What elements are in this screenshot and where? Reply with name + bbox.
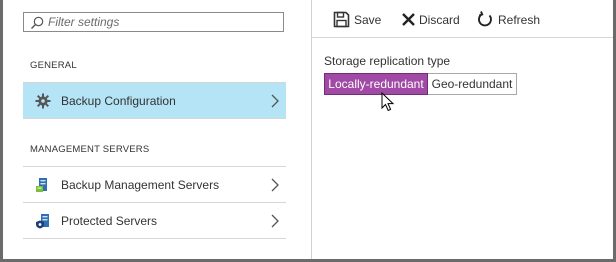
option-geo-redundant[interactable]: Geo-redundant	[428, 73, 517, 95]
save-button[interactable]: Save	[333, 10, 383, 30]
storage-replication-label: Storage replication type	[324, 54, 451, 68]
option-locally-redundant[interactable]: Locally-redundant	[324, 73, 428, 95]
nav-item-backup-management-servers[interactable]: Backup Management Servers	[23, 167, 286, 202]
save-icon	[333, 11, 350, 28]
gear-icon	[35, 93, 51, 109]
pane-divider	[311, 0, 312, 259]
section-header-management-servers: MANAGEMENT SERVERS	[30, 144, 150, 155]
refresh-icon	[478, 11, 492, 27]
nav-item-label: Backup Management Servers	[61, 178, 220, 192]
mouse-cursor-icon	[381, 92, 395, 112]
section-header-general: GENERAL	[30, 60, 77, 71]
save-label: Save	[354, 13, 382, 27]
chevron-right-icon	[271, 178, 279, 192]
separator	[23, 238, 286, 239]
search-icon	[31, 16, 44, 29]
discard-button[interactable]: Discard	[400, 10, 462, 30]
nav-item-label: Backup Configuration	[61, 94, 176, 108]
protected-server-icon	[36, 214, 49, 229]
server-icon	[36, 178, 47, 192]
chevron-right-icon	[271, 214, 279, 228]
refresh-label: Refresh	[498, 13, 541, 27]
nav-item-protected-servers[interactable]: Protected Servers	[23, 203, 286, 238]
discard-label: Discard	[419, 13, 460, 27]
separator	[23, 118, 286, 119]
filter-settings-box[interactable]	[23, 12, 284, 32]
filter-settings-input[interactable]	[48, 13, 276, 31]
chevron-right-icon	[271, 94, 279, 108]
nav-item-backup-configuration[interactable]: Backup Configuration	[23, 83, 286, 118]
close-icon	[402, 13, 415, 26]
refresh-button[interactable]: Refresh	[477, 10, 543, 30]
nav-item-label: Protected Servers	[61, 214, 158, 228]
command-toolbar: Save Discard Refresh	[312, 0, 613, 38]
